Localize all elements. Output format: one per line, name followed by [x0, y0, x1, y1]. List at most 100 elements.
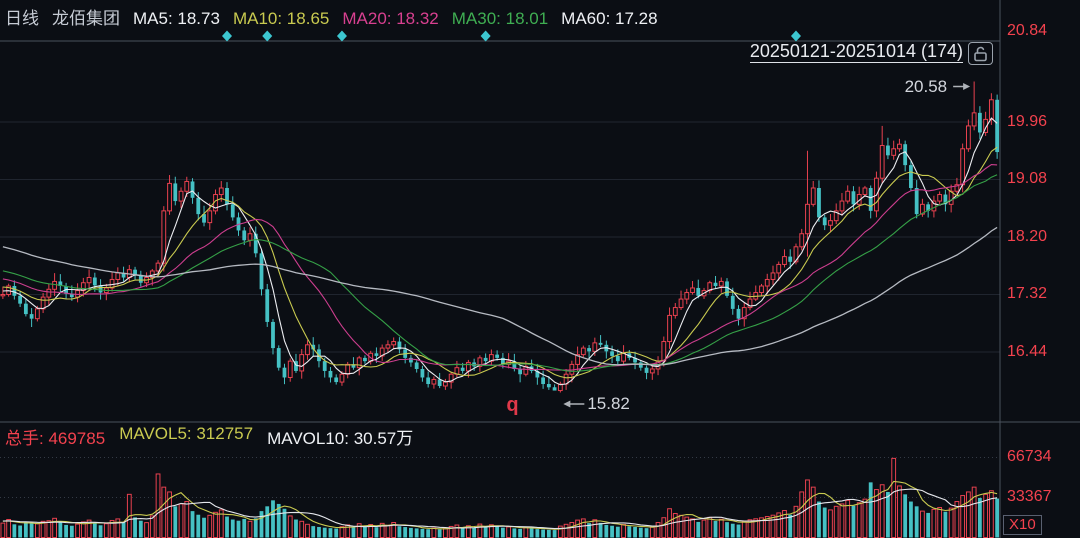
price-axis-label: 20.84	[1007, 22, 1048, 39]
volume-bar	[265, 506, 270, 538]
candle-body	[822, 217, 827, 226]
volume-bar	[523, 526, 529, 538]
volume-bar	[799, 491, 805, 538]
candle-body	[282, 367, 287, 378]
volume-bar	[173, 506, 178, 538]
candle-body	[518, 368, 523, 375]
candle-body	[46, 288, 52, 298]
volume-bar	[403, 527, 408, 538]
volume-bar	[678, 514, 684, 538]
candle-body	[759, 285, 764, 294]
volume-bar	[817, 501, 821, 538]
low-price-text: 15.82	[587, 394, 630, 413]
volume-bar	[149, 515, 155, 538]
indicator-legend: 日线 龙佰集团 MA5: 18.73 MA10: 18.65 MA20: 18.…	[5, 4, 658, 29]
total-volume-label: 总手: 469785	[5, 429, 106, 448]
volume-bar	[12, 524, 17, 538]
candle-body	[914, 187, 919, 215]
candle-body	[696, 287, 701, 296]
date-range-label[interactable]: 20250121-20251014 (174)	[749, 41, 963, 63]
candle-body	[541, 377, 546, 385]
event-diamond-icon[interactable]	[222, 30, 233, 42]
lock-toggle-button[interactable]	[968, 42, 993, 65]
volume-bar	[592, 519, 598, 538]
q-event-marker[interactable]: q	[506, 394, 518, 417]
volume-bar	[828, 509, 833, 538]
event-diamond-icon[interactable]	[262, 30, 273, 42]
volume-bar	[92, 523, 97, 538]
volume-bar	[161, 486, 167, 538]
volume-bar	[196, 514, 201, 538]
kline-chart-window: 日线 龙佰集团 MA5: 18.73 MA10: 18.65 MA20: 18.…	[0, 0, 1080, 538]
volume-bar	[862, 498, 868, 538]
volume-scale-button[interactable]: X10	[1003, 515, 1042, 535]
volume-bar	[225, 516, 229, 538]
volume-bar	[718, 518, 724, 538]
candle-body	[615, 355, 620, 362]
volume-bar	[472, 527, 477, 538]
volume-bar	[833, 505, 839, 538]
volume-bar	[437, 529, 442, 538]
candle-body	[12, 286, 17, 296]
volume-bar	[638, 527, 643, 538]
volume-bar	[230, 519, 235, 538]
candle-body	[667, 314, 672, 343]
volume-bar	[155, 473, 161, 538]
volume-bar	[610, 525, 614, 538]
volume-bar	[580, 518, 586, 538]
volume-axis-label: 33367	[1007, 488, 1052, 505]
event-diamond-icon[interactable]	[336, 30, 347, 42]
volume-bar	[529, 528, 534, 538]
volume-bar	[713, 520, 718, 538]
volume-bar	[897, 485, 902, 538]
volume-bar	[144, 522, 149, 538]
candle-body	[995, 99, 1000, 153]
volume-bar	[810, 486, 816, 538]
ma5-legend: MA5: 18.73	[133, 9, 220, 28]
candle-body	[167, 182, 172, 212]
candle-body	[764, 278, 770, 287]
candle-body	[495, 354, 500, 358]
volume-bar	[822, 507, 827, 538]
candle-body	[868, 187, 873, 211]
volume-bar	[46, 520, 52, 538]
date-range-selector[interactable]: 20250121-20251014 (174)	[749, 41, 963, 63]
volume-bar	[385, 524, 391, 538]
price-axis-label: 19.08	[1007, 170, 1048, 187]
volume-bar	[649, 526, 655, 538]
volume-bar	[103, 523, 109, 538]
candle-body	[40, 296, 46, 310]
volume-bar	[184, 501, 190, 538]
candle-body	[828, 220, 833, 226]
volume-bar	[563, 523, 569, 538]
volume-bar	[287, 515, 293, 538]
volume-bar	[121, 522, 126, 538]
low-arrow-head	[563, 400, 571, 408]
candle-body	[345, 363, 351, 375]
volume-bar	[58, 522, 63, 538]
candle-body	[328, 370, 333, 378]
open-padlock-icon	[974, 46, 987, 62]
volume-legend: 总手: 469785 MAVOL5: 312757 MAVOL10: 30.57…	[5, 424, 413, 449]
candle-body	[661, 341, 667, 362]
candle-body	[988, 99, 994, 120]
volume-bar	[178, 503, 184, 538]
candle-body	[271, 321, 275, 349]
volume-bar	[937, 507, 943, 538]
candle-body	[426, 377, 431, 385]
event-diamond-icon[interactable]	[480, 30, 491, 42]
volume-bar	[512, 528, 517, 538]
volume-bar	[75, 523, 80, 538]
candle-body	[788, 256, 793, 262]
volume-bar	[259, 511, 264, 538]
event-diamond-icon[interactable]	[790, 30, 801, 42]
candle-body	[552, 387, 557, 391]
volume-bar	[701, 519, 707, 538]
volume-bar	[351, 527, 356, 538]
volume-bar	[891, 457, 897, 538]
volume-bar	[851, 505, 856, 538]
volume-bar	[518, 528, 523, 538]
volume-bar	[374, 527, 379, 538]
volume-bar	[909, 501, 913, 538]
volume-bar	[207, 514, 213, 538]
